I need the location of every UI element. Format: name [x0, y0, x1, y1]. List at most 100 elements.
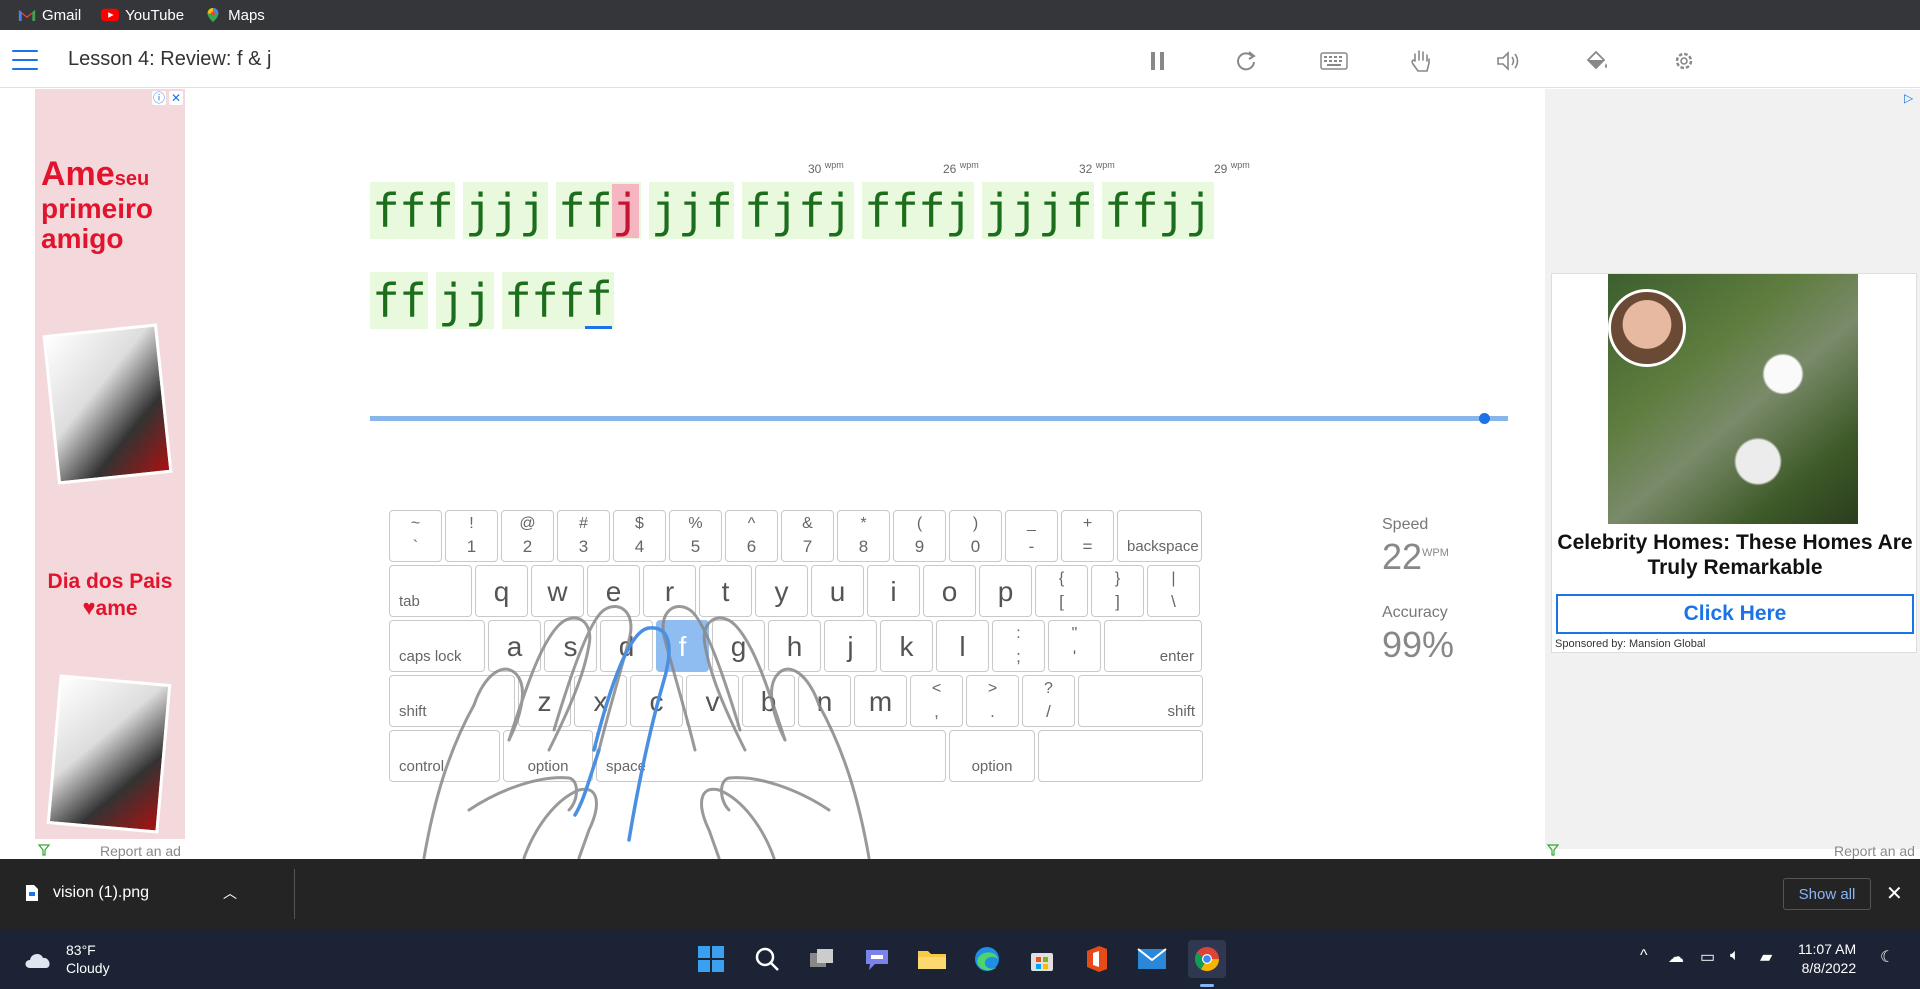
key-shift-right[interactable]: shift — [1078, 675, 1203, 727]
key-i[interactable]: i — [867, 565, 920, 617]
ad-click-here-button[interactable]: Click Here — [1556, 594, 1914, 634]
key-s[interactable]: s — [544, 620, 597, 672]
teams-chat-icon[interactable] — [858, 940, 896, 978]
key-9[interactable]: (9 — [893, 510, 946, 562]
key-7[interactable]: & 7 — [781, 510, 834, 562]
key-4[interactable]: $4 — [613, 510, 666, 562]
key-y[interactable]: y — [755, 565, 808, 617]
onedrive-cloud-icon[interactable]: ☁ — [1668, 947, 1684, 967]
report-ad-link[interactable]: Report an ad — [100, 843, 181, 859]
key-p[interactable]: p — [979, 565, 1032, 617]
settings-gear-icon[interactable] — [1669, 48, 1699, 74]
key-r[interactable]: r — [643, 565, 696, 617]
key-enter[interactable]: enter — [1104, 620, 1202, 672]
task-view-icon[interactable] — [803, 940, 841, 978]
bookmark-youtube[interactable]: YouTube — [101, 7, 184, 24]
key-a[interactable]: a — [488, 620, 541, 672]
windows-start-icon[interactable] — [692, 940, 730, 978]
microsoft-store-icon[interactable] — [1023, 940, 1061, 978]
key-symbol[interactable]: | \ — [1147, 565, 1200, 617]
left-advertisement[interactable]: ⓘ ✕ Ameseu primeiro amigo Dia dos Pais ♥a… — [35, 89, 185, 839]
ad-close-icon[interactable]: ✕ — [169, 91, 183, 105]
system-clock[interactable]: 11:07 AM 8/8/2022 — [1798, 940, 1856, 978]
key-b[interactable]: b — [742, 675, 795, 727]
key-symbol[interactable]: }] — [1091, 565, 1144, 617]
key-l[interactable]: l — [936, 620, 989, 672]
key-symbol[interactable]: {[ — [1035, 565, 1088, 617]
sound-icon[interactable] — [1494, 48, 1524, 74]
edge-browser-icon[interactable] — [968, 940, 1006, 978]
key-j[interactable]: j — [824, 620, 877, 672]
keyboard-icon[interactable] — [1319, 48, 1349, 74]
key-f[interactable]: f — [656, 620, 709, 672]
notification-icon[interactable]: ☾ — [1880, 947, 1894, 967]
key-q[interactable]: q — [475, 565, 528, 617]
pause-icon[interactable] — [1143, 48, 1173, 74]
key-option-right[interactable]: option — [949, 730, 1035, 782]
paint-bucket-icon[interactable] — [1582, 48, 1612, 74]
key-t[interactable]: t — [699, 565, 752, 617]
ad-headline[interactable]: Celebrity Homes: These Homes Are Truly R… — [1556, 530, 1914, 580]
hamburger-menu-icon[interactable] — [12, 50, 38, 70]
key-k[interactable]: k — [880, 620, 933, 672]
download-item[interactable]: vision (1).png ︿ — [25, 883, 237, 903]
adchoices-icon[interactable]: ▷ — [1904, 91, 1913, 105]
display-icon[interactable]: ▭ — [1700, 947, 1715, 967]
key-backspace[interactable]: backspace — [1117, 510, 1202, 562]
key-space[interactable]: space — [596, 730, 946, 782]
hand-icon[interactable] — [1406, 48, 1436, 74]
chevron-up-icon[interactable]: ^ — [1640, 947, 1648, 965]
key-m[interactable]: m — [854, 675, 907, 727]
key-blank[interactable] — [1038, 730, 1203, 782]
key-symbol[interactable]: ? / — [1022, 675, 1075, 727]
chrome-icon[interactable] — [1188, 940, 1226, 978]
key--[interactable]: _ - — [1005, 510, 1058, 562]
key-x[interactable]: x — [574, 675, 627, 727]
office-icon[interactable] — [1078, 940, 1116, 978]
key-6[interactable]: ^ 6 — [725, 510, 778, 562]
key-=[interactable]: + = — [1061, 510, 1114, 562]
key-caps-lock[interactable]: caps lock — [389, 620, 485, 672]
search-icon[interactable] — [748, 940, 786, 978]
key-symbol[interactable]: " ' — [1048, 620, 1101, 672]
key-8[interactable]: * 8 — [837, 510, 890, 562]
key-symbol[interactable]: <, — [910, 675, 963, 727]
key-tab[interactable]: tab — [389, 565, 472, 617]
key-3[interactable]: #3 — [557, 510, 610, 562]
key-h[interactable]: h — [768, 620, 821, 672]
file-explorer-icon[interactable] — [913, 940, 951, 978]
bookmark-gmail[interactable]: Gmail — [18, 7, 81, 24]
close-icon[interactable]: ✕ — [1886, 881, 1903, 906]
key-1[interactable]: ! 1 — [445, 510, 498, 562]
key-option-left[interactable]: option — [503, 730, 593, 782]
key-e[interactable]: e — [587, 565, 640, 617]
bookmark-maps[interactable]: Maps — [204, 7, 265, 24]
restart-icon[interactable] — [1231, 48, 1261, 74]
key-0[interactable]: ) 0 — [949, 510, 1002, 562]
key-5[interactable]: % 5 — [669, 510, 722, 562]
show-all-button[interactable]: Show all — [1783, 878, 1871, 910]
key-shift-left[interactable]: shift — [389, 675, 515, 727]
key-w[interactable]: w — [531, 565, 584, 617]
key-d[interactable]: d — [600, 620, 653, 672]
key-2[interactable]: @2 — [501, 510, 554, 562]
mail-icon[interactable] — [1133, 940, 1171, 978]
battery-icon[interactable]: ▰ — [1760, 947, 1772, 967]
key-o[interactable]: o — [923, 565, 976, 617]
key-symbol[interactable]: >. — [966, 675, 1019, 727]
right-advertisement[interactable]: Celebrity Homes: These Homes Are Truly R… — [1551, 273, 1917, 653]
key-control[interactable]: control — [389, 730, 500, 782]
key-g[interactable]: g — [712, 620, 765, 672]
key-n[interactable]: n — [798, 675, 851, 727]
report-ad-link[interactable]: Report an ad — [1834, 843, 1915, 859]
key-symbol[interactable]: :; — [992, 620, 1045, 672]
weather-widget[interactable]: 83°F Cloudy — [22, 941, 110, 977]
key-z[interactable]: z — [518, 675, 571, 727]
ad-info-icon[interactable]: ⓘ — [152, 91, 166, 105]
key-v[interactable]: v — [686, 675, 739, 727]
key-`[interactable]: ~ ` — [389, 510, 442, 562]
key-c[interactable]: c — [630, 675, 683, 727]
volume-icon[interactable]: 🔈︎ — [1730, 947, 1740, 965]
chevron-up-icon[interactable]: ︿ — [223, 883, 237, 903]
key-u[interactable]: u — [811, 565, 864, 617]
